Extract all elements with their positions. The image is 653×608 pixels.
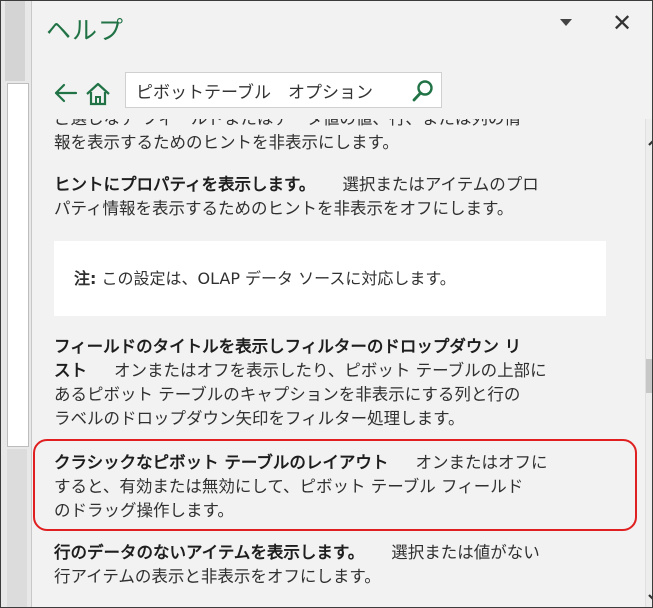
search-box[interactable] [125, 72, 442, 108]
close-icon[interactable]: ✕ [612, 9, 632, 37]
search-input[interactable] [136, 77, 404, 103]
note-body: この設定は、OLAP データ ソースに対応します。 [101, 269, 456, 288]
help-pane: ヘルプ ✕ ご選しなデ フ [32, 1, 652, 607]
text-line: スト オンまたはオフを表示したり、ピボット テーブルの上部に [54, 359, 606, 383]
sheet-edge-top [5, 1, 25, 81]
option-title: クラシックなピボット テーブルのレイアウト [54, 453, 389, 472]
help-article: ご選しなデ フィールドまたはデータ値の値、行、または列の情 報を表示するためのヒ… [32, 119, 610, 607]
option-title: フィールドのタイトルを表示しフィルターのドロップダウン リ [54, 337, 522, 356]
paragraph-field-captions: フィールドのタイトルを表示しフィルターのドロップダウン リ スト オンまたはオフ… [54, 335, 606, 431]
text-line: 行アイテムの表示と非表示をオフにします。 [54, 567, 381, 586]
chevron-down-icon[interactable] [646, 589, 652, 607]
option-title: ヒントにプロパティを表示します。 [54, 175, 316, 194]
text-line: のドラッグ操作します。 [54, 501, 234, 520]
option-title: 行のデータのないアイテムを表示します。 [54, 543, 365, 562]
text-line: 報を表示するためのヒントを非表示にします。 [54, 133, 399, 152]
text-line: 行のデータのないアイテムを表示します。 選択または値がない [54, 541, 606, 565]
chevron-up-icon[interactable] [646, 133, 652, 151]
text-line: パティ情報を表示するためのヒントを非表示をオフにします。 [54, 199, 514, 218]
option-description: 選択またはアイテムのプロ [342, 175, 539, 194]
text-line: クラシックなピボット テーブルのレイアウト オンまたはオフに [54, 451, 606, 475]
sheet-edge-scrollbar[interactable] [1, 1, 32, 607]
article-scrollbar[interactable] [642, 119, 652, 607]
scroll-thumb[interactable] [646, 359, 652, 393]
home-icon[interactable] [84, 81, 112, 107]
paragraph-empty-rows: 行のデータのないアイテムを表示します。 選択または値がない 行アイテムの表示と非… [54, 541, 606, 589]
paragraph-hint-properties: ヒントにプロパティを表示します。 選択またはアイテムのプロ パティ情報を表示する… [54, 173, 606, 221]
text-line: すると、有効または無効にして、ピボット テーブル フィールド [54, 477, 524, 496]
option-description: オンまたはオフを表示したり、ピボット テーブルの上部に [114, 361, 547, 380]
note-box: 注: この設定は、OLAP データ ソースに対応します。 [54, 241, 606, 316]
option-description: 選択または値がない [391, 543, 540, 562]
paragraph-top: ご選しなデ フィールドまたはデータ値の値、行、または列の情 報を表示するためのヒ… [54, 119, 606, 155]
text-line: ヒントにプロパティを表示します。 選択またはアイテムのプロ [54, 173, 606, 197]
text-line: ご選しなデ フィールドまたはデータ値の値、行、または列の情 [54, 119, 606, 131]
paragraph-classic-layout: クラシックなピボット テーブルのレイアウト オンまたはオフに すると、有効または… [54, 451, 606, 523]
option-title: スト [54, 361, 87, 380]
help-window: ヘルプ ✕ ご選しなデ フ [0, 0, 653, 608]
note-label: 注: [74, 269, 97, 288]
back-arrow-icon[interactable] [52, 81, 80, 105]
search-icon[interactable] [411, 79, 435, 103]
chevron-down-icon[interactable] [560, 19, 572, 26]
pane-title: ヘルプ [46, 16, 125, 45]
text-line: ラベルのドロップダウン矢印をフィルター処理します。 [54, 409, 465, 428]
note-text: 注: この設定は、OLAP データ ソースに対応します。 [74, 265, 456, 289]
text-line: フィールドのタイトルを表示しフィルターのドロップダウン リ [54, 335, 606, 359]
sheet-edge-lower [7, 449, 27, 607]
sheet-edge-thumb[interactable] [7, 83, 29, 447]
option-description: オンまたはオフに [415, 453, 548, 472]
text-line: あるピボット テーブルのキャプションを非表示にする列と行の [54, 385, 521, 404]
